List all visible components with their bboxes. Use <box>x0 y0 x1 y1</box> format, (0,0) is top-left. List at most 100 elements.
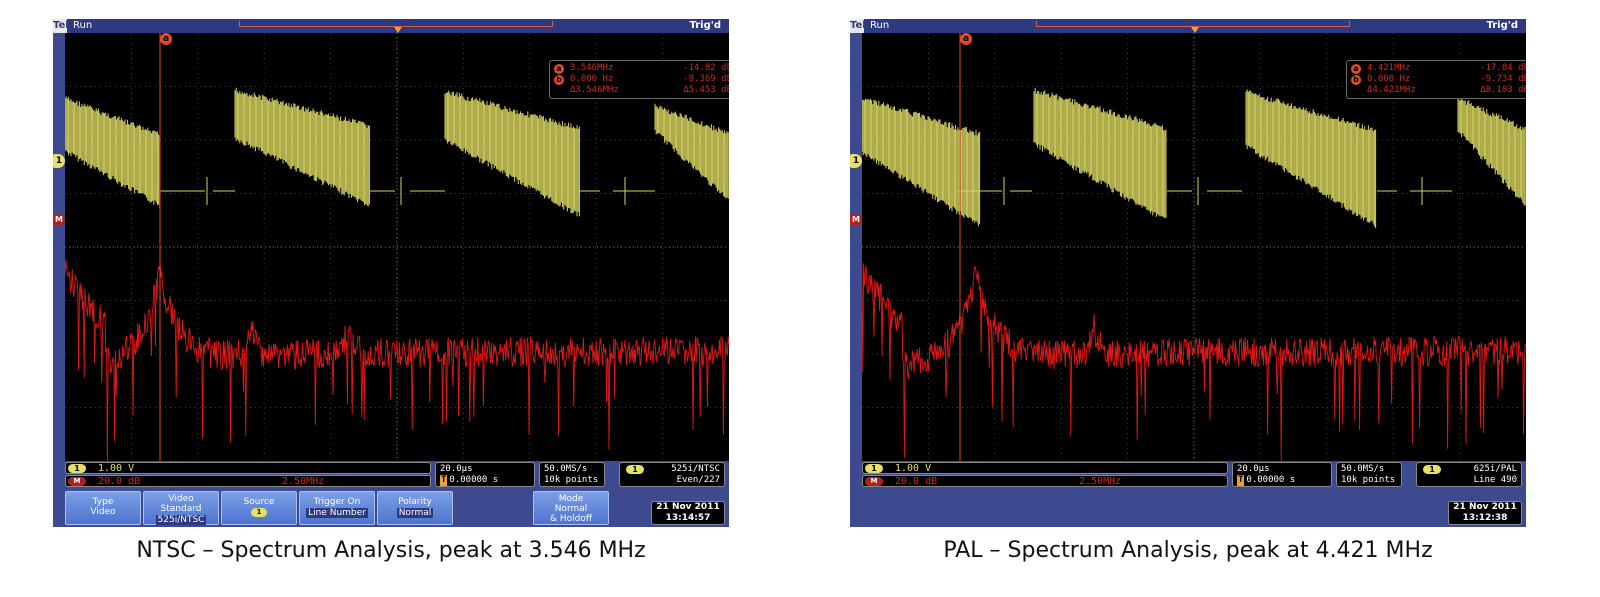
math-reference-marker[interactable]: M <box>53 214 65 226</box>
softkey-video-standard[interactable]: Video Standard 525i/NTSC <box>143 491 219 525</box>
acquisition-readout[interactable]: 50.0MS/s 10k points <box>1336 462 1402 487</box>
trigger-position-readout: T 0.00000 s <box>1237 475 1295 486</box>
channel1-scale: 1.00 V <box>98 463 135 474</box>
cursor-b-level: -9.369 dB <box>683 74 729 84</box>
cursor-b-frequency: 0.000 Hz <box>570 74 614 84</box>
cursor-a-handle[interactable]: a <box>160 33 172 45</box>
softkey-mode-holdoff: & Holdoff <box>549 514 593 524</box>
cursor-readout: a 4.421MHz -17.84 dB b 0.000 Hz -9.734 d… <box>1346 60 1526 99</box>
trigger-status: Trig'd <box>689 20 721 31</box>
delta-level: Δ8.103 dB <box>1480 85 1526 95</box>
math-readout[interactable]: M 20.0 dB 2.50MHz <box>65 475 431 487</box>
status-bar: Tek Run Trig'd <box>850 19 1526 33</box>
softkey-source[interactable]: Source 1 <box>221 491 297 525</box>
cursor-delta-readout: Δ3.546MHz Δ5.453 dB <box>554 85 729 96</box>
graticule: a 4.421MHz -17.84 dB b 0.000 Hz -9.734 d… <box>862 33 1526 461</box>
softkey-polarity-label: Polarity <box>398 497 432 507</box>
trigger-video-standard: 625i/PAL <box>1473 464 1517 474</box>
timebase-readout[interactable]: 20.0µs T 0.00000 s <box>435 462 535 487</box>
figure-caption-ntsc: NTSC – Spectrum Analysis, peak at 3.546 … <box>136 538 646 563</box>
softkey-type[interactable]: Type Video <box>65 491 141 525</box>
softkey-type-label: Type <box>92 497 114 507</box>
timebase-readout[interactable]: 20.0µs T 0.00000 s <box>1232 462 1332 487</box>
scope-display-pal: Tek Run Trig'd a 4.421MHz -17.84 dB b 0.… <box>850 19 1526 527</box>
cursor-a-readout: a 4.421MHz -17.84 dB <box>1351 63 1526 74</box>
brand-logo: Tek <box>850 19 869 33</box>
cursor-a-frequency: 4.421MHz <box>1367 63 1411 73</box>
math-span: 2.50MHz <box>1079 476 1122 487</box>
softkey-trigger-on-label: Trigger On <box>313 497 361 507</box>
math-span: 2.50MHz <box>282 476 325 487</box>
math-scale: 20.0 dB <box>98 476 141 487</box>
timebase-per-div: 20.0µs <box>1237 464 1270 474</box>
channel1-ground-marker[interactable]: 1 <box>850 154 862 168</box>
softkey-video-standard-value: 525i/NTSC <box>155 515 207 525</box>
trigger-line: Line 490 <box>1473 475 1517 485</box>
date-time-display: 21 Nov 2011 13:12:38 <box>1448 501 1522 525</box>
channel1-badge: 1 <box>865 464 883 473</box>
brand-logo: Tek <box>53 19 72 33</box>
channel1-scale: 1.00 V <box>895 463 932 474</box>
acquisition-status: Run <box>870 20 890 31</box>
cursor-b-badge: b <box>1351 75 1361 85</box>
time: 13:14:57 <box>665 513 711 523</box>
acquisition-readout[interactable]: 50.0MS/s 10k points <box>539 462 605 487</box>
cursor-a-readout: a 3.546MHz -14.82 dB <box>554 63 729 74</box>
math-badge: M <box>865 477 883 486</box>
cursor-a-level: -14.82 dB <box>683 63 729 73</box>
cursor-a-badge: a <box>554 64 564 74</box>
sample-rate: 50.0MS/s <box>544 464 588 474</box>
horizontal-position: 0.00000 s <box>449 475 499 485</box>
trigger-position-readout: T 0.00000 s <box>440 475 498 486</box>
sample-rate: 50.0MS/s <box>1341 464 1385 474</box>
softkey-video-standard-label1: Video <box>168 494 194 504</box>
trigger-video-standard: 525i/NTSC <box>671 464 720 474</box>
record-length: 10k points <box>1341 475 1396 485</box>
trigger-tag-icon: T <box>1237 475 1245 486</box>
delta-frequency: Δ4.421MHz <box>1367 85 1416 95</box>
trigger-readout[interactable]: 1 625i/PAL Line 490 <box>1416 462 1522 487</box>
trigger-status: Trig'd <box>1486 20 1518 31</box>
cursor-delta-readout: Δ4.421MHz Δ8.103 dB <box>1351 85 1526 96</box>
time: 13:12:38 <box>1462 513 1508 523</box>
softkey-source-label: Source <box>243 497 275 507</box>
softkey-mode-label: Mode <box>558 494 584 504</box>
figure-caption-pal: PAL – Spectrum Analysis, peak at 4.421 M… <box>943 538 1433 563</box>
softkey-trigger-on[interactable]: Trigger On Line Number <box>299 491 375 525</box>
softkey-polarity[interactable]: Polarity Normal <box>377 491 453 525</box>
graticule: a 3.546MHz -14.82 dB b 0.000 Hz -9.369 d… <box>65 33 729 461</box>
channel1-ground-marker[interactable]: 1 <box>53 154 65 168</box>
trigger-source-badge: 1 <box>626 465 644 474</box>
softkey-polarity-value: Normal <box>396 508 434 518</box>
trigger-readout[interactable]: 1 525i/NTSC Even/227 <box>619 462 725 487</box>
math-readout[interactable]: M 20.0 dB 2.50MHz <box>862 475 1228 487</box>
math-reference-marker[interactable]: M <box>850 214 862 226</box>
cursor-b-readout: b 0.000 Hz -9.734 dB <box>1351 74 1526 85</box>
horizontal-position: 0.00000 s <box>1246 475 1296 485</box>
cursor-readout: a 3.546MHz -14.82 dB b 0.000 Hz -9.369 d… <box>549 60 729 99</box>
softkey-type-value: Video <box>90 507 116 517</box>
math-scale: 20.0 dB <box>895 476 938 487</box>
cursor-a-frequency: 3.546MHz <box>570 63 614 73</box>
cursor-b-readout: b 0.000 Hz -9.369 dB <box>554 74 729 85</box>
cursor-b-level: -9.734 dB <box>1480 74 1526 84</box>
trigger-line: Even/227 <box>676 475 720 485</box>
channel1-badge: 1 <box>68 464 86 473</box>
trigger-source-badge: 1 <box>1423 465 1441 474</box>
cursor-b-badge: b <box>554 75 564 85</box>
cursor-b-frequency: 0.000 Hz <box>1367 74 1411 84</box>
cursor-a-badge: a <box>1351 64 1361 74</box>
date: 21 Nov 2011 <box>656 502 720 512</box>
softkey-mode-value: Normal <box>554 504 588 514</box>
record-length: 10k points <box>544 475 599 485</box>
softkey-mode[interactable]: Mode Normal & Holdoff <box>533 491 609 525</box>
channel1-readout[interactable]: 1 1.00 V <box>65 462 431 474</box>
cursor-a-handle[interactable]: a <box>960 33 972 45</box>
channel1-readout[interactable]: 1 1.00 V <box>862 462 1228 474</box>
status-bar: Tek Run Trig'd <box>53 19 729 33</box>
cursor-a-level: -17.84 dB <box>1480 63 1526 73</box>
timebase-per-div: 20.0µs <box>440 464 473 474</box>
trigger-tag-icon: T <box>440 475 448 486</box>
date: 21 Nov 2011 <box>1453 502 1517 512</box>
acquisition-status: Run <box>73 20 93 31</box>
